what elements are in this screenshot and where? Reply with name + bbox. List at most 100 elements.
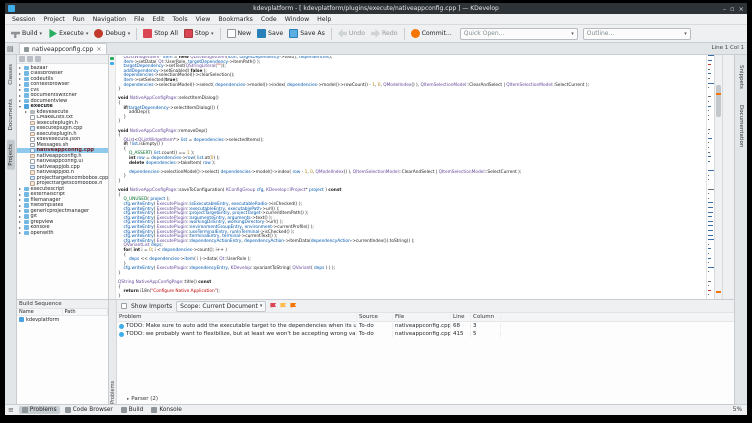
problems-column-file[interactable]: File bbox=[393, 314, 451, 320]
problem-text: TODO: we probably want to flexibilize, b… bbox=[126, 331, 357, 337]
hamburger-icon[interactable]: ≡ bbox=[8, 406, 14, 414]
show-imports-checkbox[interactable] bbox=[121, 303, 127, 309]
editor-scrollbar[interactable] bbox=[714, 55, 722, 299]
filter-icon[interactable] bbox=[35, 56, 41, 62]
minimap-line bbox=[708, 55, 714, 56]
execute-button[interactable]: Execute ▾ bbox=[45, 27, 91, 40]
titlebar[interactable]: kdevplatform - [ kdevplatform/plugins/ex… bbox=[5, 3, 747, 14]
menu-file[interactable]: File bbox=[130, 16, 148, 23]
column-name[interactable]: Name bbox=[17, 309, 63, 315]
document-list-icon[interactable]: ▤ bbox=[7, 45, 14, 53]
problems-column-source[interactable]: Source bbox=[357, 314, 393, 320]
statusbar-code-browser-button[interactable]: Code Browser bbox=[62, 406, 116, 414]
outline-input[interactable]: Outline... ▾ bbox=[582, 27, 691, 40]
menu-project[interactable]: Project bbox=[40, 16, 69, 23]
scope-label: Scope: Current Document bbox=[180, 302, 258, 310]
dock-tab-documents[interactable]: Documents bbox=[7, 95, 15, 134]
minimap-line bbox=[708, 248, 711, 250]
column-path[interactable]: Path bbox=[63, 309, 108, 315]
maximize-icon[interactable]: ▫ bbox=[730, 5, 734, 13]
problems-handle[interactable]: Problems bbox=[110, 334, 116, 404]
code-area[interactable]: QListWidgetItem* item = new QListWidgetI… bbox=[118, 56, 706, 299]
tree-item-openwith[interactable]: ▸ openwith bbox=[17, 230, 108, 236]
menu-tools[interactable]: Tools bbox=[168, 16, 191, 23]
menu-window[interactable]: Window bbox=[281, 16, 313, 23]
folder-icon bbox=[24, 230, 29, 235]
problem-row[interactable]: TODO: Make sure to auto add the executab… bbox=[117, 322, 734, 330]
close-icon[interactable]: × bbox=[739, 5, 744, 13]
build-button[interactable]: Build ▾ bbox=[8, 27, 45, 40]
problem-row[interactable]: TODO: we probably want to flexibilize, b… bbox=[117, 330, 734, 338]
menu-code[interactable]: Code bbox=[257, 16, 281, 23]
statusbar-problems-button[interactable]: Problems bbox=[18, 406, 60, 414]
warning-flag-icon[interactable] bbox=[280, 302, 287, 310]
dock-tab-documentation[interactable]: Documentation bbox=[737, 101, 745, 151]
problems-column-line[interactable]: Line bbox=[451, 314, 471, 320]
new-label: New bbox=[237, 30, 252, 37]
minimap-line bbox=[708, 225, 714, 227]
editor[interactable]: QListWidgetItem* item = new QListWidgetI… bbox=[109, 55, 706, 299]
build-sequence-panel: Build Sequence Name Path kdevplatform bbox=[17, 299, 109, 404]
problems-rows: TODO: Make sure to auto add the executab… bbox=[117, 322, 734, 338]
build-sequence-row[interactable]: kdevplatform bbox=[17, 316, 108, 323]
statusbar-build-button[interactable]: Build bbox=[118, 406, 147, 414]
tab-nativeappconfig-cpp[interactable]: nativeappconfig.cpp × bbox=[19, 43, 107, 54]
editor-gutter[interactable] bbox=[109, 55, 116, 299]
project-tree: ▸ bazaar ▸ classbrowser ▸ codeutils ▸ contextbr… bbox=[17, 64, 108, 236]
hint-flag-icon[interactable] bbox=[290, 302, 297, 310]
save-button[interactable]: Save bbox=[254, 27, 286, 40]
scope-dropdown[interactable]: Scope: Current Document ▾ bbox=[176, 300, 267, 312]
commit-button[interactable]: Commit... bbox=[408, 27, 455, 40]
collapse-all-icon[interactable] bbox=[27, 56, 33, 62]
menu-bookmarks[interactable]: Bookmarks bbox=[214, 16, 257, 23]
document-new-icon bbox=[226, 29, 236, 38]
folder-icon bbox=[24, 76, 29, 81]
undo-button[interactable]: Undo bbox=[335, 27, 368, 40]
save-as-button[interactable]: Save As bbox=[286, 27, 328, 40]
app-icon bbox=[8, 5, 15, 12]
toolbar-separator bbox=[403, 27, 405, 40]
bookmark-icon bbox=[110, 57, 114, 60]
error-flag-icon[interactable] bbox=[270, 302, 277, 310]
statusbar-konsole-button[interactable]: Konsole bbox=[148, 406, 184, 414]
tree-item-label: openwith bbox=[30, 230, 54, 236]
dock-tab-snippets[interactable]: Snippets bbox=[737, 61, 745, 93]
reload-icon[interactable] bbox=[19, 56, 25, 62]
redo-label: Redo bbox=[382, 30, 398, 37]
minimap-line bbox=[708, 289, 711, 291]
new-button[interactable]: New bbox=[224, 27, 255, 40]
minimap-line bbox=[708, 128, 711, 130]
minimap-line bbox=[708, 156, 711, 158]
dock-tab-classes[interactable]: Classes bbox=[7, 60, 15, 89]
toolview-icon bbox=[64, 407, 71, 413]
minimize-icon[interactable]: – bbox=[723, 5, 726, 13]
minimap-line bbox=[708, 206, 713, 208]
stop-label: Stop bbox=[194, 30, 209, 37]
problems-column-problem[interactable]: Problem bbox=[117, 314, 357, 320]
parser-group-row[interactable]: ▸ Parser (2) bbox=[127, 395, 734, 403]
problems-column-column[interactable]: Column bbox=[471, 314, 501, 320]
dropdown-arrow-icon: ▾ bbox=[211, 30, 214, 37]
document-tab-bar: ▤ nativeappconfig.cpp × Line 1 Col 1 bbox=[5, 43, 747, 55]
right-dock: Snippets Documentation bbox=[734, 55, 747, 404]
menu-help[interactable]: Help bbox=[313, 16, 335, 23]
menu-session[interactable]: Session bbox=[8, 16, 40, 23]
debug-button[interactable]: Debug ▾ bbox=[91, 27, 133, 40]
statusbar-buttons: Problems Code Browser Build Konsole bbox=[18, 406, 185, 414]
stop-button[interactable]: Stop ▾ bbox=[181, 27, 217, 40]
menu-run[interactable]: Run bbox=[69, 16, 89, 23]
file-icon bbox=[30, 159, 35, 164]
minimap[interactable] bbox=[706, 55, 714, 299]
menu-view[interactable]: View bbox=[192, 16, 215, 23]
scrollbar-thumb[interactable] bbox=[716, 85, 721, 117]
minimap-line bbox=[708, 147, 709, 149]
menu-navigation[interactable]: Navigation bbox=[89, 16, 130, 23]
redo-button[interactable]: Redo bbox=[368, 27, 401, 40]
quick-open-input[interactable]: Quick Open... ▾ bbox=[459, 27, 578, 40]
problem-text: TODO: Make sure to auto add the executab… bbox=[126, 323, 357, 329]
debug-label: Debug bbox=[105, 30, 126, 37]
dock-tab-projects[interactable]: Projects bbox=[6, 140, 15, 170]
close-icon[interactable]: × bbox=[96, 45, 101, 53]
stop-all-button[interactable]: Stop All bbox=[140, 27, 181, 40]
menu-edit[interactable]: Edit bbox=[148, 16, 168, 23]
